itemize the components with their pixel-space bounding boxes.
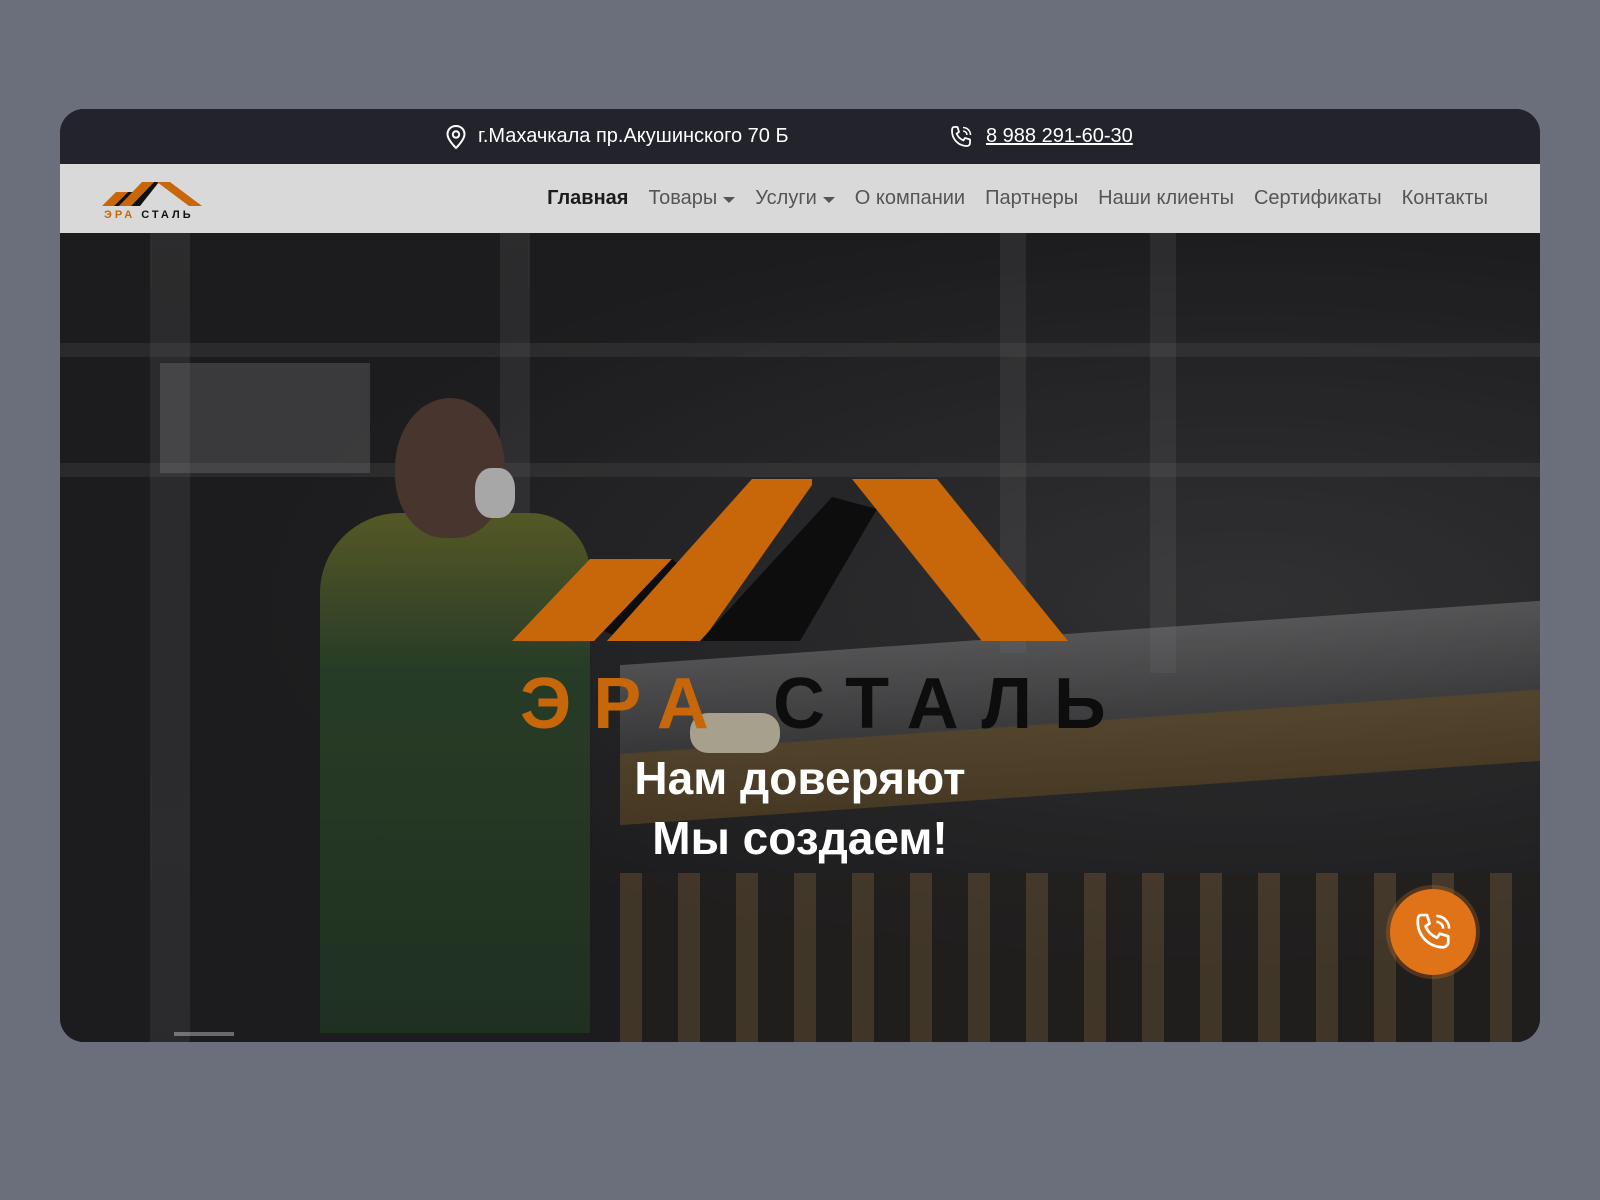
nav-label: О компании xyxy=(854,187,966,209)
nav-item-about[interactable]: О компании xyxy=(855,187,965,210)
address-text: г.Махачкала пр.Акушинского 70 Б xyxy=(478,125,789,147)
caret-down-icon xyxy=(723,196,736,203)
top-info-bar: г.Махачкала пр.Акушинского 70 Б 8 988 29… xyxy=(60,109,1540,164)
phone-ringing-icon xyxy=(1416,913,1451,949)
hero-brand-wordmark: ЭРА СТАЛЬ xyxy=(520,663,1106,745)
nav-item-services[interactable]: Услуги xyxy=(755,187,835,210)
nav-label: Партнеры xyxy=(985,187,1079,209)
browser-frame: г.Махачкала пр.Акушинского 70 Б 8 988 29… xyxy=(60,109,1540,1042)
navbar: ЭРА СТАЛЬ Главная Товары Услуги О компан… xyxy=(60,164,1540,233)
hero-logo-roof-icon xyxy=(512,479,1068,641)
caret-down-icon xyxy=(822,196,835,203)
nav-label: Наши клиенты xyxy=(1098,187,1234,209)
callback-button[interactable] xyxy=(1390,889,1476,975)
hero-brand-stal: СТАЛЬ xyxy=(772,664,1128,744)
hero-headline-line2: Мы создаем! xyxy=(652,812,948,864)
nav-item-home[interactable]: Главная xyxy=(547,187,628,210)
nav-label: Контакты xyxy=(1401,187,1488,209)
phone-ringing-icon xyxy=(948,124,974,150)
nav-item-products[interactable]: Товары xyxy=(648,187,736,210)
nav-label: Услуги xyxy=(755,187,817,209)
phone-block: 8 988 291-60-30 xyxy=(948,109,1133,164)
hero-section: ЭРА СТАЛЬ Нам доверяют Мы создаем! xyxy=(60,233,1540,1042)
slider-progress-bar xyxy=(174,1032,234,1036)
location-pin-icon xyxy=(446,124,466,149)
logo-wordmark: ЭРА СТАЛЬ xyxy=(104,209,194,221)
nav-label: Товары xyxy=(648,187,718,209)
site-logo[interactable]: ЭРА СТАЛЬ xyxy=(102,178,204,224)
nav-label: Сертификаты xyxy=(1253,187,1382,209)
nav-item-partners[interactable]: Партнеры xyxy=(985,187,1078,210)
nav-item-contacts[interactable]: Контакты xyxy=(1402,187,1488,210)
logo-word-stal: СТАЛЬ xyxy=(141,209,194,221)
hero-brand-era: ЭРА xyxy=(520,664,731,744)
nav-item-clients[interactable]: Наши клиенты xyxy=(1098,187,1234,210)
hero-headline-line1: Нам доверяют xyxy=(634,752,966,804)
address-block: г.Махачкала пр.Акушинского 70 Б xyxy=(446,109,789,164)
logo-roof-icon xyxy=(102,182,202,206)
nav-item-certificates[interactable]: Сертификаты xyxy=(1254,187,1382,210)
phone-link[interactable]: 8 988 291-60-30 xyxy=(986,125,1133,148)
main-nav: Главная Товары Услуги О компании Партнер… xyxy=(547,164,1488,233)
logo-word-era: ЭРА xyxy=(104,209,136,221)
nav-label: Главная xyxy=(547,187,629,209)
